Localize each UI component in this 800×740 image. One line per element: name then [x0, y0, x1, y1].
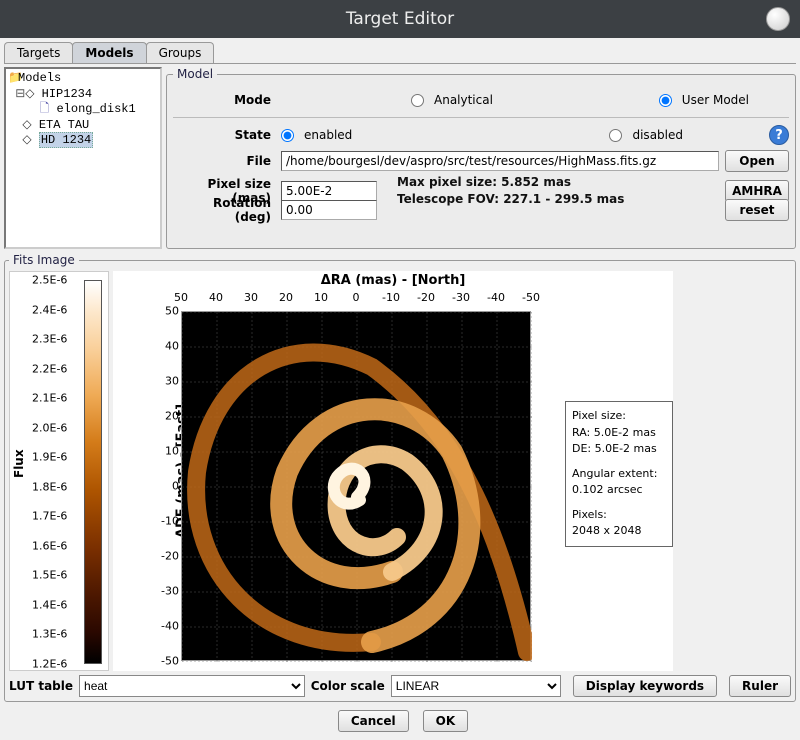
fits-legend: Fits Image — [9, 253, 79, 267]
colorbar-tick: 1.7E-6 — [32, 510, 67, 523]
colorbar-tick: 2.0E-6 — [32, 421, 67, 434]
x-tick-label: -40 — [487, 291, 505, 304]
colorbar-tick: 1.9E-6 — [32, 451, 67, 464]
lut-label: LUT table — [9, 679, 73, 693]
mode-user-radio[interactable]: User Model — [659, 93, 749, 107]
tree-root[interactable]: 📁Models — [8, 71, 158, 87]
ok-button[interactable]: OK — [423, 710, 469, 732]
model-tree[interactable]: 📁Models ⊟◇ HIP1234 🗋 elong_disk1 ◇ ETA T… — [4, 67, 162, 249]
x-tick-label: -50 — [522, 291, 540, 304]
tab-models[interactable]: Models — [72, 42, 146, 63]
x-axis-title: ΔRA (mas) - [North] — [321, 273, 466, 288]
colorbar-tick: 1.5E-6 — [32, 569, 67, 582]
model-legend: Model — [173, 67, 217, 81]
lut-table-select[interactable]: heat — [79, 675, 305, 697]
colorbar-tick: 2.2E-6 — [32, 362, 67, 375]
y-tick-label: -20 — [161, 550, 179, 563]
mode-label: Mode — [173, 93, 281, 107]
y-tick-label: -50 — [161, 655, 179, 668]
tree-target-0[interactable]: ⊟◇ HIP1234 — [8, 87, 158, 103]
state-enabled-radio[interactable]: enabled — [281, 128, 352, 142]
y-tick-label: -40 — [161, 620, 179, 633]
fits-panel: Fits Image Flux 2.5E-6 2.4E-6 2.3E-6 2.2E-6… — [4, 253, 796, 702]
colorbar-tick: 2.1E-6 — [32, 392, 67, 405]
display-keywords-button[interactable]: Display keywords — [573, 675, 717, 697]
colorbar-tick: 2.5E-6 — [32, 274, 67, 287]
color-scale-label: Color scale — [311, 679, 385, 693]
y-tick-label: 10 — [165, 445, 179, 458]
rotation-input[interactable] — [281, 200, 377, 220]
tree-target-0-child[interactable]: 🗋 elong_disk1 — [8, 102, 158, 118]
x-tick-label: -30 — [452, 291, 470, 304]
color-scale-select[interactable]: LINEAR — [391, 675, 561, 697]
tab-groups[interactable]: Groups — [146, 42, 215, 63]
x-tick-label: 50 — [174, 291, 188, 304]
file-input[interactable] — [281, 151, 719, 171]
open-button[interactable]: Open — [725, 150, 789, 172]
y-tick-label: 0 — [172, 480, 179, 493]
tab-targets[interactable]: Targets — [4, 42, 73, 63]
mode-analytical-radio[interactable]: Analytical — [411, 93, 493, 107]
x-tick-label: 30 — [244, 291, 258, 304]
y-tick-label: 30 — [165, 375, 179, 388]
colorbar-tick: 1.4E-6 — [32, 598, 67, 611]
colorbar-tick: 1.6E-6 — [32, 539, 67, 552]
window-menu-icon[interactable] — [766, 7, 790, 31]
colorbar: Flux 2.5E-6 2.4E-6 2.3E-6 2.2E-6 2.1E-6 2.0E-… — [9, 271, 109, 671]
state-disabled-radio[interactable]: disabled — [609, 128, 683, 142]
window-title: Target Editor — [346, 9, 454, 29]
x-tick-label: -10 — [382, 291, 400, 304]
colorbar-tick: 2.4E-6 — [32, 303, 67, 316]
colorbar-tick: 1.3E-6 — [32, 628, 67, 641]
fits-plot[interactable]: ΔRA (mas) - [North] ΔDE (mas) - [East] 5… — [113, 271, 673, 671]
colorbar-tick: 2.3E-6 — [32, 333, 67, 346]
x-tick-label: 40 — [209, 291, 223, 304]
y-tick-label: 50 — [165, 305, 179, 318]
image-info-box: Pixel size: RA: 5.0E-2 mas DE: 5.0E-2 ma… — [565, 401, 673, 547]
rotation-label: Rotation (deg) — [173, 196, 281, 224]
colorbar-tick: 1.2E-6 — [32, 658, 67, 671]
max-pixel-info: Max pixel size: 5.852 mas Telescope FOV:… — [397, 174, 624, 208]
titlebar: Target Editor — [0, 0, 800, 38]
tab-bar: Targets Models Groups — [4, 42, 796, 64]
colorbar-strip — [84, 280, 102, 664]
y-tick-label: -10 — [161, 515, 179, 528]
x-tick-label: 20 — [279, 291, 293, 304]
cancel-button[interactable]: Cancel — [338, 710, 409, 732]
x-tick-label: 10 — [314, 291, 328, 304]
ruler-button[interactable]: Ruler — [729, 675, 791, 697]
colorbar-label: Flux — [12, 464, 26, 478]
help-icon[interactable]: ? — [769, 125, 789, 145]
x-tick-label: -20 — [417, 291, 435, 304]
state-label: State — [173, 128, 281, 142]
model-panel: Model Mode Analytical User Model State e… — [166, 67, 796, 249]
pixel-size-input[interactable] — [281, 181, 377, 201]
y-tick-label: 20 — [165, 410, 179, 423]
y-tick-label: -30 — [161, 585, 179, 598]
tree-target-2[interactable]: ◇ HD 1234 — [8, 133, 158, 149]
colorbar-tick: 1.8E-6 — [32, 480, 67, 493]
dialog-buttons: Cancel OK — [4, 702, 796, 736]
file-label: File — [173, 154, 281, 168]
y-tick-label: 40 — [165, 340, 179, 353]
tree-target-1[interactable]: ◇ ETA TAU — [8, 118, 158, 134]
plot-canvas — [181, 311, 531, 661]
reset-button[interactable]: reset — [725, 199, 789, 221]
x-tick-label: 0 — [353, 291, 360, 304]
